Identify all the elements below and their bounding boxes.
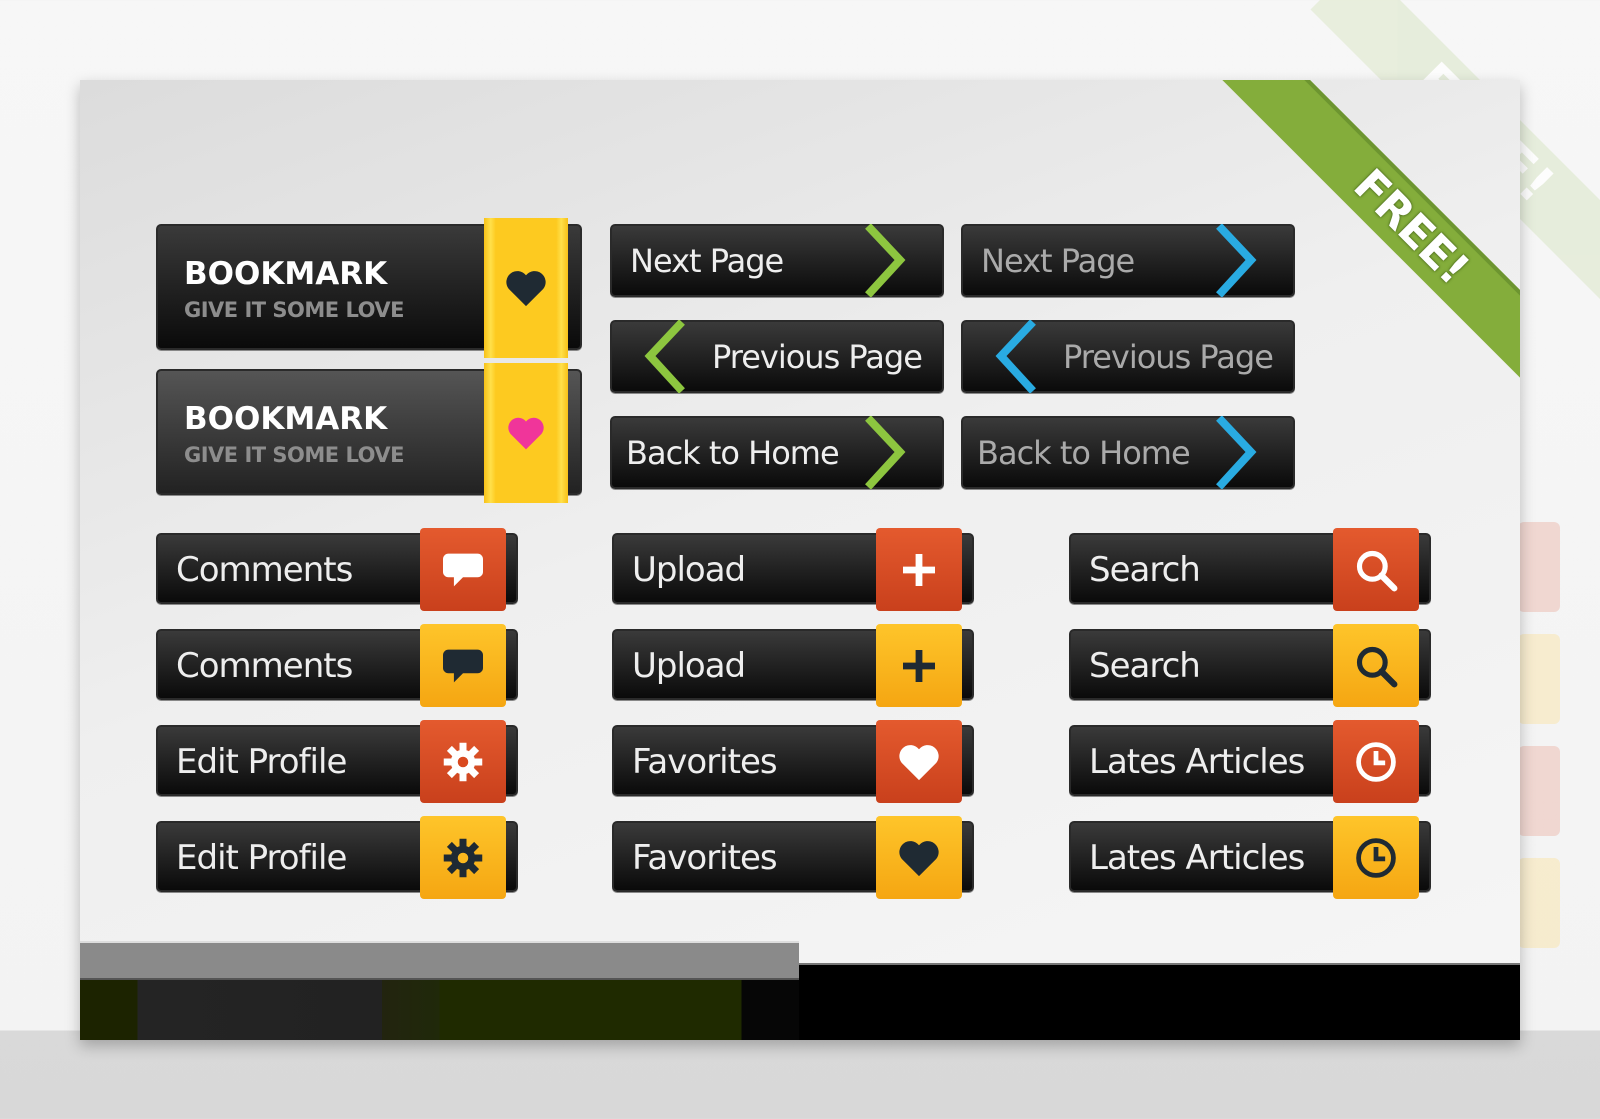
heart-icon — [506, 271, 546, 307]
button-label: Back to Home — [626, 434, 840, 472]
button-label: Search — [1089, 550, 1201, 590]
faded-button — [1518, 746, 1560, 836]
faded-button — [1518, 522, 1560, 612]
bookmark-subtitle: GIVE IT SOME LOVE — [184, 298, 404, 322]
button-label: Lates Articles — [1089, 838, 1305, 878]
bookmark-title: BOOKMARK — [184, 256, 388, 292]
bookmark-tab — [484, 218, 568, 358]
favorites-button[interactable]: Favorites — [612, 720, 974, 803]
bookmark-button[interactable]: BOOKMARK GIVE IT SOME LOVE — [156, 218, 582, 358]
speech-bubble-icon — [420, 528, 506, 611]
button-label: Next Page — [981, 242, 1135, 280]
lates-articles-button[interactable]: Lates Articles — [1069, 816, 1431, 899]
chevron-right-icon — [865, 224, 906, 297]
favorites-button[interactable]: Favorites — [612, 816, 974, 899]
back-to-home-button[interactable]: Back to Home — [961, 416, 1295, 489]
chevron-right-icon — [1216, 224, 1257, 297]
button-label: Comments — [176, 550, 353, 590]
search-icon — [1333, 624, 1419, 707]
button-label: Previous Page — [1063, 338, 1274, 376]
chevron-right-icon — [1216, 416, 1257, 489]
bookmark-tab — [484, 363, 568, 503]
button-label: Back to Home — [977, 434, 1191, 472]
plus-icon — [876, 624, 962, 707]
chevron-left-icon — [995, 320, 1036, 393]
next-page-button[interactable]: Next Page — [961, 224, 1295, 297]
button-label: Upload — [632, 646, 746, 686]
gear-icon — [420, 816, 506, 899]
upload-button[interactable]: Upload — [612, 624, 974, 707]
lates-articles-button[interactable]: Lates Articles — [1069, 720, 1431, 803]
button-label: Edit Profile — [176, 742, 347, 782]
upload-button[interactable]: Upload — [612, 528, 974, 611]
edit-profile-button[interactable]: Edit Profile — [156, 816, 518, 899]
button-label: Favorites — [632, 742, 778, 782]
button-label: Previous Page — [712, 338, 923, 376]
gear-icon — [420, 720, 506, 803]
edit-profile-button[interactable]: Edit Profile — [156, 720, 518, 803]
button-showcase-card: FREE! BOOKMARK GIVE IT SOME LOVE BOOKMAR… — [80, 80, 1520, 1040]
black-panel — [799, 963, 1520, 1040]
faded-button — [1518, 858, 1560, 948]
speech-bubble-icon — [420, 624, 506, 707]
dark-strip — [80, 980, 799, 1040]
chevron-left-icon — [644, 320, 685, 393]
button-label: Lates Articles — [1089, 742, 1305, 782]
next-page-button[interactable]: Next Page — [610, 224, 944, 297]
heart-icon — [508, 417, 544, 450]
bookmark-button-hover[interactable]: BOOKMARK GIVE IT SOME LOVE — [156, 363, 582, 503]
bookmark-subtitle: GIVE IT SOME LOVE — [184, 443, 404, 467]
back-to-home-button[interactable]: Back to Home — [610, 416, 944, 489]
comments-button[interactable]: Comments — [156, 528, 518, 611]
previous-page-button[interactable]: Previous Page — [610, 320, 944, 393]
clock-icon — [1333, 816, 1419, 899]
button-label: Comments — [176, 646, 353, 686]
button-label: Upload — [632, 550, 746, 590]
plus-icon — [876, 528, 962, 611]
search-button[interactable]: Search — [1069, 624, 1431, 707]
button-label: Favorites — [632, 838, 778, 878]
heart-icon — [876, 720, 962, 803]
button-label: Edit Profile — [176, 838, 347, 878]
heart-icon — [876, 816, 962, 899]
previous-page-button[interactable]: Previous Page — [961, 320, 1295, 393]
search-icon — [1333, 528, 1419, 611]
bookmark-title: BOOKMARK — [184, 401, 388, 437]
grey-bar — [80, 941, 799, 980]
chevron-right-icon — [865, 416, 906, 489]
clock-icon — [1333, 720, 1419, 803]
search-button[interactable]: Search — [1069, 528, 1431, 611]
comments-button[interactable]: Comments — [156, 624, 518, 707]
button-label: Search — [1089, 646, 1201, 686]
button-label: Next Page — [630, 242, 784, 280]
faded-button — [1518, 634, 1560, 724]
